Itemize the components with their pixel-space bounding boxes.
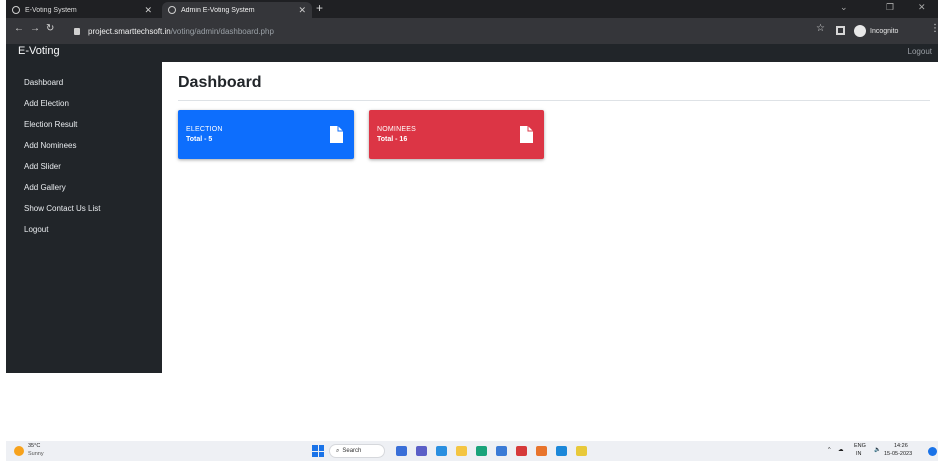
tab-title: Admin E-Voting System (181, 6, 255, 14)
search-label: Search (342, 448, 362, 454)
taskbar-search[interactable]: ⌕ Search (329, 444, 385, 458)
chat-icon[interactable] (416, 446, 427, 456)
tab-title: E-Voting System (25, 6, 77, 14)
weather-condition: Sunny (28, 451, 44, 457)
sidebar-item-dashboard[interactable]: Dashboard (24, 78, 63, 87)
app-navbar: E-Voting Logout (6, 44, 938, 62)
task-view-icon[interactable] (396, 446, 407, 456)
star-icon[interactable]: ☆ (816, 23, 825, 34)
globe-icon (12, 6, 20, 14)
network-tray-icon[interactable]: ☁ (838, 447, 844, 453)
url-host: project.smarttechsoft.in (88, 26, 171, 36)
volume-icon[interactable]: 🔈 (874, 447, 881, 453)
app-icon[interactable] (556, 446, 567, 456)
browser-toolbar: ← → ↻ project.smarttechsoft.in/voting/ad… (6, 18, 938, 44)
title-divider (178, 100, 930, 101)
store-icon[interactable] (496, 446, 507, 456)
incognito-icon (854, 25, 866, 37)
language-top[interactable]: ENG (854, 443, 866, 449)
side-panel-icon[interactable] (836, 26, 845, 35)
widgets-icon[interactable] (436, 446, 447, 456)
nominees-card[interactable]: NOMINEES Total - 16 (369, 110, 544, 159)
navbar-logout-link[interactable]: Logout (908, 47, 932, 56)
election-card[interactable]: ELECTION Total - 5 (178, 110, 354, 159)
edge-browser-icon[interactable] (476, 446, 487, 456)
language-bottom[interactable]: IN (856, 451, 862, 457)
browser-tab-admin[interactable]: Admin E-Voting System ✕ (162, 2, 312, 18)
back-arrow-icon[interactable]: ← (14, 23, 24, 34)
lock-icon[interactable] (74, 27, 80, 35)
browser-tab-strip: E-Voting System ✕ Admin E-Voting System … (6, 0, 938, 18)
sidebar-item-add-nominees[interactable]: Add Nominees (24, 141, 76, 150)
incognito-label: Incognito (870, 27, 899, 35)
new-tab-button[interactable]: + (316, 1, 323, 15)
card-total: Total - 16 (377, 136, 408, 143)
file-icon (330, 126, 343, 143)
kebab-menu-icon[interactable]: ⋮ (930, 23, 938, 34)
card-label: ELECTION (186, 126, 223, 133)
url-path: /voting/admin/dashboard.php (170, 26, 274, 36)
forward-arrow-icon[interactable]: → (30, 23, 40, 34)
restore-window-icon[interactable]: ❐ (886, 2, 894, 13)
close-icon[interactable]: ✕ (144, 5, 152, 16)
card-total: Total - 5 (186, 136, 213, 143)
weather-temperature: 35°C (28, 443, 41, 449)
sidebar-item-logout[interactable]: Logout (24, 225, 48, 234)
tab-search-icon[interactable]: ⌄ (840, 2, 848, 13)
windows-start-icon[interactable] (312, 445, 324, 457)
notification-icon[interactable] (928, 447, 937, 456)
reload-icon[interactable]: ↻ (46, 23, 54, 34)
close-window-icon[interactable]: ✕ (918, 2, 926, 13)
chevron-up-icon[interactable]: ^ (828, 447, 831, 453)
page-title: Dashboard (178, 74, 262, 91)
sidebar-item-election-result[interactable]: Election Result (24, 120, 77, 129)
sidebar-item-add-slider[interactable]: Add Slider (24, 162, 61, 171)
app-icon[interactable] (536, 446, 547, 456)
clock-time[interactable]: 14:26 (894, 443, 908, 449)
card-label: NOMINEES (377, 126, 416, 133)
globe-icon (168, 6, 176, 14)
mcafee-icon[interactable] (516, 446, 527, 456)
brand-logo[interactable]: E-Voting (18, 45, 60, 57)
taskbar: 35°C Sunny ⌕ Search ^ ☁ ENG IN 🔈 14:26 1… (6, 441, 938, 461)
close-icon[interactable]: ✕ (298, 5, 306, 16)
file-explorer-icon[interactable] (456, 446, 467, 456)
url-bar[interactable]: project.smarttechsoft.in/voting/admin/da… (66, 22, 816, 40)
browser-tab-evoting[interactable]: E-Voting System ✕ (6, 2, 158, 18)
file-icon (520, 126, 533, 143)
incognito-badge[interactable]: Incognito (854, 23, 904, 39)
sidebar-item-add-election[interactable]: Add Election (24, 99, 69, 108)
sidebar: Dashboard Add Election Election Result A… (6, 62, 162, 373)
screen: E-Voting System ✕ Admin E-Voting System … (0, 0, 938, 461)
search-icon: ⌕ (336, 447, 340, 454)
sidebar-item-add-gallery[interactable]: Add Gallery (24, 183, 66, 192)
clock-date[interactable]: 15-05-2023 (884, 451, 912, 457)
weather-sun-icon[interactable] (14, 446, 24, 456)
chrome-icon[interactable] (576, 446, 587, 456)
sidebar-item-show-contact-us-list[interactable]: Show Contact Us List (24, 204, 100, 213)
